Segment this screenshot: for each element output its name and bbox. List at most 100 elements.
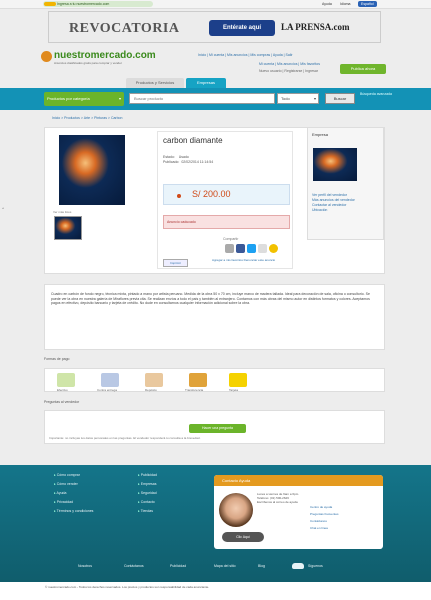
logo-tagline: Anuncios clasificados gratis para compra… bbox=[54, 61, 122, 65]
footer-link[interactable]: Ayuda bbox=[54, 491, 66, 495]
share-label: Compartir bbox=[223, 237, 239, 241]
product-main-image[interactable] bbox=[59, 135, 125, 205]
bottom-nav-link[interactable]: Blog bbox=[258, 564, 265, 568]
seller-image[interactable] bbox=[313, 148, 357, 181]
question-note: Importante: no incluyas tus datos person… bbox=[49, 436, 201, 440]
header-links[interactable]: Inicio | Mi cuenta | Mis anuncios | Mis … bbox=[198, 53, 293, 57]
breadcrumb[interactable]: Inicio > Productos > Arte > Pinturas > C… bbox=[52, 116, 122, 120]
bottom-nav-social[interactable]: Síguenos bbox=[308, 564, 323, 568]
footer-link[interactable]: Tiendas bbox=[138, 509, 153, 513]
tab-empresas[interactable]: Empresas bbox=[186, 78, 226, 88]
register-links[interactable]: Nuevo usuario | Registrarse | Ingresar bbox=[259, 69, 318, 73]
language-label: Idioma bbox=[340, 2, 351, 6]
card-icon bbox=[229, 373, 247, 387]
banner-revocatoria: REVOCATORIA bbox=[69, 21, 180, 36]
chevron-down-icon: ▾ bbox=[118, 96, 121, 101]
meta-label-estado: Estado: bbox=[163, 155, 175, 159]
footer-link[interactable]: Privacidad bbox=[54, 500, 73, 504]
help-link[interactable]: Chat en línea bbox=[310, 525, 339, 532]
support-agent-avatar bbox=[219, 493, 253, 527]
payment-label-deposit: Depósito bbox=[145, 388, 157, 392]
cloud-icon bbox=[292, 563, 304, 569]
description-box: Cuadro en carbón de fondo negro, técnica… bbox=[44, 284, 385, 350]
region-value: Todo bbox=[281, 96, 290, 101]
footer-link[interactable]: Contacto bbox=[138, 500, 155, 504]
question-label: Preguntas al vendedor bbox=[44, 400, 80, 404]
meta-value-estado: Usado bbox=[178, 155, 189, 159]
sidebar-title: Empresa bbox=[312, 132, 329, 137]
twitter-icon[interactable] bbox=[247, 244, 256, 253]
seller-link-location[interactable]: Ubicación bbox=[312, 208, 382, 213]
help-link[interactable]: Preguntas frecuentes bbox=[310, 511, 339, 518]
chevron-down-icon: ▾ bbox=[313, 96, 316, 101]
facebook-icon[interactable] bbox=[236, 244, 245, 253]
star-icon[interactable] bbox=[269, 244, 278, 253]
payments-box: Efectivo Contra entrega Depósito Transfe… bbox=[44, 368, 385, 392]
footer-link[interactable]: Términos y condiciones bbox=[54, 509, 93, 513]
promo-spot-icon bbox=[44, 2, 56, 6]
help-link[interactable]: Centro de ayuda bbox=[310, 504, 339, 511]
region-select[interactable]: Todo ▾ bbox=[277, 93, 319, 104]
bottom-nav-link[interactable]: Nosotros bbox=[78, 564, 92, 568]
meta-label-publicado: Publicado: bbox=[163, 160, 180, 164]
language-select[interactable]: Español bbox=[358, 1, 377, 7]
legal-text: © nuestromercado.com - Todos los derecho… bbox=[0, 582, 431, 600]
footer-link[interactable]: Publicidad bbox=[138, 473, 157, 477]
product-price: S/ 200.00 bbox=[192, 189, 231, 199]
bottom-nav-link[interactable]: Contáctanos bbox=[124, 564, 144, 568]
transfer-icon bbox=[189, 373, 207, 387]
help-link[interactable]: Contáctanos bbox=[310, 518, 339, 525]
cash-icon bbox=[57, 373, 75, 387]
banner-prensa-logo: LA PRENSA.com bbox=[281, 22, 350, 32]
help-text: Lunes a viernes de 9am a 6pm. Teléfono: … bbox=[257, 492, 300, 505]
footer-link[interactable]: Empresas bbox=[138, 482, 157, 486]
tab-productos[interactable]: Productos y Servicios bbox=[126, 78, 184, 88]
question-box: Hacer una pregunta Importante: no incluy… bbox=[44, 410, 385, 444]
help-click-button[interactable]: Clic Aquí bbox=[222, 532, 264, 542]
banner-button[interactable]: Entérate aquí bbox=[209, 20, 275, 36]
search-bar: Productos por categoría ▾ Buscar product… bbox=[0, 88, 431, 110]
bottom-nav: Nosotros Contáctanos Publicidad Mapa del… bbox=[0, 558, 431, 582]
footer-link[interactable]: Cómo comprar bbox=[54, 473, 80, 477]
payments-label: Formas de pago bbox=[44, 357, 70, 361]
account-links[interactable]: Mi cuenta | Mis anuncios | Mis favoritos bbox=[259, 62, 320, 66]
payment-label-delivery: Contra entrega bbox=[97, 388, 118, 392]
price-bullet-icon bbox=[177, 194, 181, 198]
favorite-link[interactable]: Agregar a mis favoritos Denunciar este a… bbox=[212, 258, 292, 262]
meta-value-publicado: 02/02/2014 11:14:54 bbox=[181, 160, 214, 164]
bottom-nav-link[interactable]: Mapa del sitio bbox=[214, 564, 236, 568]
ad-banner[interactable]: REVOCATORIA Entérate aquí LA PRENSA.com bbox=[48, 11, 381, 43]
ask-question-button[interactable]: Hacer una pregunta bbox=[189, 424, 246, 433]
category-label: Productos por categoría bbox=[47, 96, 90, 101]
product-meta: Estado: Usado Publicado: 02/02/2014 11:1… bbox=[163, 155, 213, 165]
globe-icon bbox=[41, 51, 52, 62]
logo-text: nuestromercado.com bbox=[54, 50, 156, 61]
footer-col-2: Publicidad Empresas Seguridad Contacto T… bbox=[138, 471, 157, 516]
payment-label-card: Tarjeta bbox=[229, 388, 239, 392]
description-text: Cuadro en carbón de fondo negro, técnica… bbox=[51, 292, 370, 306]
print-button[interactable]: Imprimir bbox=[163, 259, 188, 267]
footer-col-1: Cómo comprar Cómo vender Ayuda Privacida… bbox=[54, 471, 93, 516]
search-input[interactable]: Buscar producto bbox=[129, 93, 275, 104]
thumbs-label: Ver más fotos bbox=[53, 210, 72, 214]
help-link[interactable]: Ayuda bbox=[322, 0, 332, 9]
footer-link[interactable]: Cómo vender bbox=[54, 482, 78, 486]
help-links: Centro de ayuda Preguntas frecuentes Con… bbox=[310, 504, 339, 532]
promo-text: Ingresa a tu nuestromercado.com bbox=[57, 2, 110, 6]
bottom-nav-link[interactable]: Publicidad bbox=[170, 564, 186, 568]
top-bar: Ingresa a tu nuestromercado.com Ayuda Id… bbox=[0, 0, 431, 9]
promo-pill[interactable]: Ingresa a tu nuestromercado.com bbox=[43, 1, 153, 7]
payment-label-cash: Efectivo bbox=[57, 388, 68, 392]
product-thumbnail[interactable] bbox=[54, 216, 82, 240]
advanced-search-link[interactable]: Búsqueda avanzada bbox=[360, 92, 400, 97]
category-button[interactable]: Productos por categoría ▾ bbox=[44, 92, 124, 106]
footer-link[interactable]: Seguridad bbox=[138, 491, 157, 495]
payment-label-transfer: Transferencia bbox=[185, 388, 204, 392]
deposit-icon bbox=[145, 373, 163, 387]
mail-icon[interactable] bbox=[258, 244, 267, 253]
product-info: carbon diamante Estado: Usado Publicado:… bbox=[157, 131, 293, 269]
publish-button[interactable]: Publica ahora bbox=[340, 64, 386, 74]
product-title: carbon diamante bbox=[163, 136, 223, 145]
search-button[interactable]: Buscar bbox=[325, 93, 355, 104]
email-share-icon[interactable] bbox=[225, 244, 234, 253]
